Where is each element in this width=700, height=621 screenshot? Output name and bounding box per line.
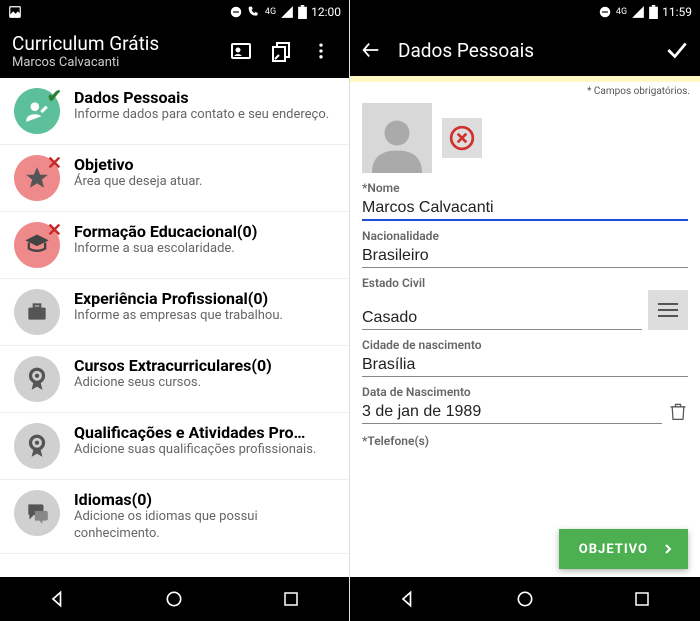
nav-recent-icon[interactable] (279, 587, 303, 611)
nav-back-icon[interactable] (396, 587, 420, 611)
nav-back-icon[interactable] (46, 587, 70, 611)
list-item-formacao[interactable]: ✕ Formação Educacional(0) Informe a sua … (0, 212, 349, 279)
label-estado: Estado Civil (362, 276, 688, 290)
input-nome[interactable] (362, 195, 688, 221)
fab-label: OBJETIVO (579, 542, 648, 557)
picture-icon (8, 5, 22, 19)
input-estado[interactable] (362, 305, 642, 330)
input-data[interactable] (362, 399, 662, 424)
check-icon: ✔ (47, 86, 62, 107)
chat-icon (14, 490, 60, 536)
item-title: Objetivo (74, 155, 335, 174)
nav-home-icon[interactable] (513, 587, 537, 611)
item-title: Dados Pessoais (74, 88, 335, 107)
star-icon: ✕ (14, 155, 60, 201)
item-title: Formação Educacional(0) (74, 222, 335, 241)
list-item-objetivo[interactable]: ✕ Objetivo Área que deseja atuar. (0, 145, 349, 212)
signal-icon (280, 5, 294, 19)
item-title: Experiência Profissional(0) (74, 289, 335, 308)
briefcase-icon (14, 289, 60, 335)
contact-card-icon[interactable] (225, 35, 257, 67)
status-bar: 4G 11:59 (350, 0, 700, 24)
badge-icon (14, 423, 60, 469)
network-label: 4G (616, 7, 627, 17)
clear-date-icon[interactable] (668, 400, 688, 424)
dnd-icon (598, 5, 612, 19)
form: *Nome Nacionalidade Estado Civil Cidade … (350, 97, 700, 577)
required-note: * Campos obrigatórios. (350, 82, 700, 97)
status-time: 12:00 (311, 5, 341, 19)
label-nacionalidade: Nacionalidade (362, 229, 688, 243)
delete-photo-button[interactable] (442, 118, 482, 158)
nav-home-icon[interactable] (162, 587, 186, 611)
battery-icon (649, 5, 658, 19)
phone-right: 4G 11:59 Dados Pessoais * Campos obrigat… (350, 0, 700, 621)
phone-icon (247, 5, 261, 19)
label-cidade: Cidade de nascimento (362, 338, 688, 352)
badge-icon (14, 356, 60, 402)
status-bar: 4G 12:00 (0, 0, 349, 24)
item-title: Idiomas(0) (74, 490, 335, 509)
x-icon: ✕ (47, 220, 62, 241)
list-item-idiomas[interactable]: Idiomas(0) Adicione os idiomas que possu… (0, 480, 349, 554)
select-estado-button[interactable] (648, 290, 688, 330)
network-label: 4G (265, 7, 276, 17)
label-data: Data de Nascimento (362, 385, 688, 399)
list-item-qualificacoes[interactable]: Qualificações e Atividades Pro… Adicione… (0, 413, 349, 480)
item-subtitle: Informe as empresas que trabalhou. (74, 308, 335, 325)
next-objetivo-button[interactable]: OBJETIVO (559, 529, 688, 569)
item-subtitle: Adicione seus cursos. (74, 375, 335, 392)
dnd-icon (229, 5, 243, 19)
person-edit-icon: ✔ (14, 88, 60, 134)
item-title: Cursos Extracurriculares(0) (74, 356, 335, 375)
item-subtitle: Adicione suas qualificações profissionai… (74, 442, 335, 459)
nav-recent-icon[interactable] (630, 587, 654, 611)
nav-bar (0, 577, 349, 621)
item-subtitle: Informe dados para contato e seu endereç… (74, 107, 335, 124)
overflow-menu-icon[interactable] (305, 35, 337, 67)
screen-title: Dados Pessoais (398, 39, 648, 62)
nav-bar (350, 577, 700, 621)
label-nome: *Nome (362, 181, 688, 195)
graduation-icon: ✕ (14, 222, 60, 268)
signal-icon (631, 5, 645, 19)
section-list: ✔ Dados Pessoais Informe dados para cont… (0, 78, 349, 577)
item-subtitle: Informe a sua escolaridade. (74, 241, 335, 258)
x-icon: ✕ (47, 153, 62, 174)
list-item-cursos[interactable]: Cursos Extracurriculares(0) Adicione seu… (0, 346, 349, 413)
status-time: 11:59 (662, 5, 692, 19)
app-subtitle: Marcos Calvacanti (12, 55, 217, 70)
app-bar: Curriculum Grátis Marcos Calvacanti (0, 24, 349, 78)
copy-edit-icon[interactable] (265, 35, 297, 67)
label-telefone: *Telefone(s) (362, 434, 688, 448)
app-title: Curriculum Grátis (12, 32, 217, 55)
app-bar: Dados Pessoais (350, 24, 700, 76)
phone-left: 4G 12:00 Curriculum Grátis Marcos Calvac… (0, 0, 350, 621)
avatar-placeholder[interactable] (362, 103, 432, 173)
confirm-icon[interactable] (664, 37, 690, 63)
item-subtitle: Adicione os idiomas que possui conhecime… (74, 509, 335, 543)
battery-icon (298, 5, 307, 19)
input-cidade[interactable] (362, 352, 688, 377)
back-icon[interactable] (360, 39, 382, 61)
list-item-experiencia[interactable]: Experiência Profissional(0) Informe as e… (0, 279, 349, 346)
item-subtitle: Área que deseja atuar. (74, 174, 335, 191)
item-title: Qualificações e Atividades Pro… (74, 423, 335, 442)
input-nacionalidade[interactable] (362, 243, 688, 268)
list-item-dados-pessoais[interactable]: ✔ Dados Pessoais Informe dados para cont… (0, 78, 349, 145)
